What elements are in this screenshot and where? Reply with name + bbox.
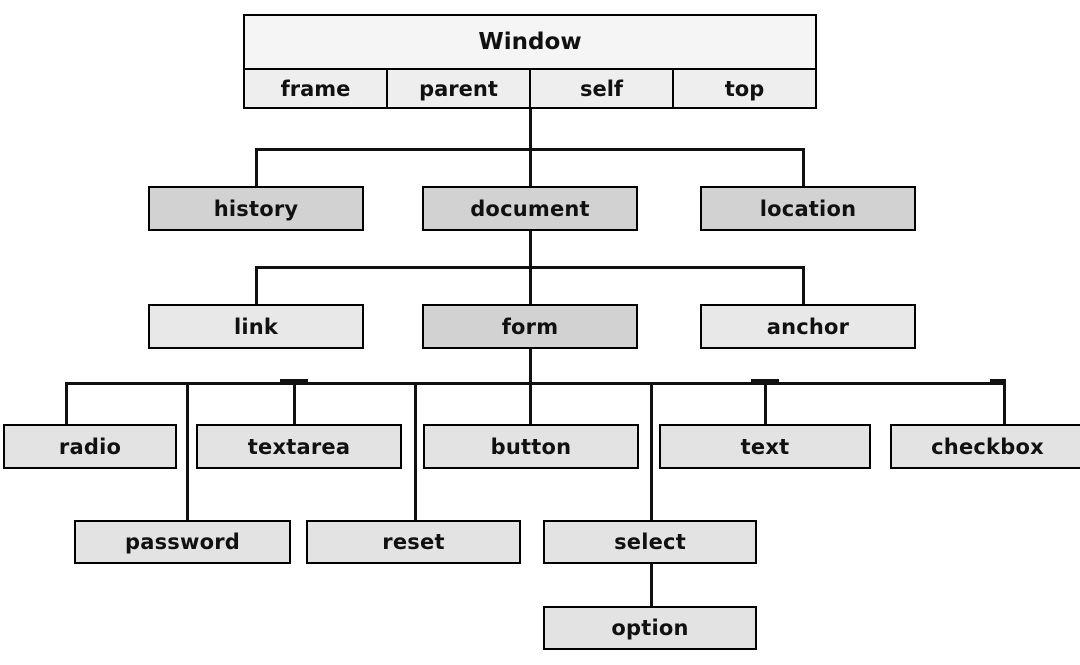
node-history[interactable]: history — [148, 186, 364, 231]
window-cell-frame[interactable]: frame — [245, 70, 388, 107]
connector-drop-radio — [65, 382, 68, 424]
connector-drop-checkbox — [1003, 382, 1006, 424]
node-select[interactable]: select — [543, 520, 757, 564]
node-form[interactable]: form — [422, 304, 638, 349]
connector-stub-reset — [280, 379, 308, 384]
connector-window-trunk — [529, 109, 532, 150]
connector-drop-anchor — [802, 266, 805, 304]
node-textarea[interactable]: textarea — [196, 424, 402, 469]
connector-drop-text — [764, 382, 767, 424]
window-table-row: frame parent self top — [245, 70, 815, 107]
connector-drop-textarea — [293, 382, 296, 424]
connector-drop-form — [529, 266, 532, 304]
connector-drop-link — [255, 266, 258, 304]
connector-document-trunk — [529, 231, 532, 268]
node-reset[interactable]: reset — [306, 520, 521, 564]
connector-drop-password — [186, 382, 189, 520]
window-cell-self[interactable]: self — [531, 70, 674, 107]
node-location[interactable]: location — [700, 186, 916, 231]
node-document[interactable]: document — [422, 186, 638, 231]
connector-drop-history — [255, 148, 258, 186]
connector-stub-text — [751, 379, 779, 384]
window-cell-top[interactable]: top — [674, 70, 815, 107]
window-cell-parent[interactable]: parent — [388, 70, 531, 107]
connector-form-trunk — [529, 349, 532, 385]
connector-drop-reset — [414, 382, 417, 520]
node-button[interactable]: button — [423, 424, 639, 469]
connector-drop-select — [650, 382, 653, 520]
node-password[interactable]: password — [74, 520, 291, 564]
connector-drop-button — [529, 382, 532, 424]
node-anchor[interactable]: anchor — [700, 304, 916, 349]
window-object-table: Window frame parent self top — [243, 14, 817, 109]
node-text[interactable]: text — [659, 424, 871, 469]
node-link[interactable]: link — [148, 304, 364, 349]
window-table-header: Window — [245, 16, 815, 70]
node-radio[interactable]: radio — [3, 424, 177, 469]
connector-bus-level4 — [65, 382, 1005, 385]
connector-drop-location — [802, 148, 805, 186]
node-checkbox[interactable]: checkbox — [890, 424, 1080, 469]
node-option[interactable]: option — [543, 606, 757, 650]
diagram-canvas: Window frame parent self top history doc… — [0, 0, 1080, 665]
connector-drop-option — [650, 564, 653, 607]
connector-drop-document — [529, 148, 532, 186]
connector-stub-checkbox — [990, 379, 1006, 384]
